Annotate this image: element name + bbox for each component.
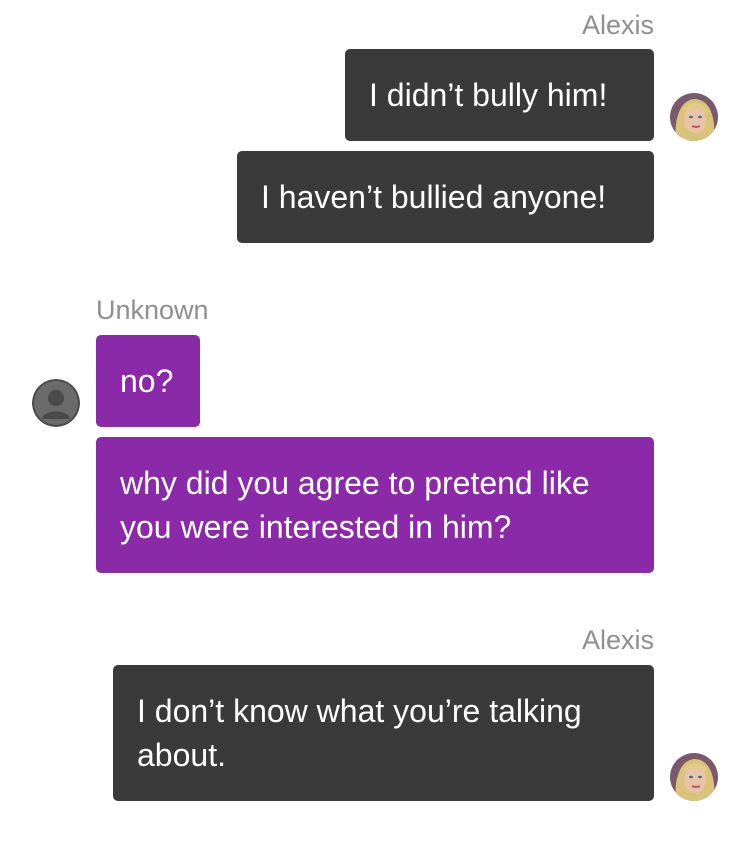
message-bubble-incoming[interactable]: why did you agree to pretend like you we… [96,437,654,573]
message-text: I haven’t bullied anyone! [261,179,607,215]
message-text: no? [120,363,174,399]
sender-name-alexis: Alexis [581,10,654,40]
message-bubble-outgoing[interactable]: I didn’t bully him! [345,49,654,141]
message-bubble-outgoing[interactable]: I don’t know what you’re talking about. [113,665,654,801]
message-text: I didn’t bully him! [369,77,608,113]
message-text: why did you agree to pretend like you we… [120,465,590,545]
sender-name-unknown: Unknown [96,295,209,325]
alexis-portrait-icon [670,93,718,141]
message-bubble-outgoing[interactable]: I haven’t bullied anyone! [237,151,654,243]
message-bubble-incoming[interactable]: no? [96,335,200,427]
default-user-icon [32,379,80,427]
alexis-avatar[interactable] [670,93,718,141]
message-text: I don’t know what you’re talking about. [137,693,582,773]
sender-name-alexis: Alexis [581,625,654,655]
unknown-user-avatar[interactable] [32,379,80,427]
alexis-avatar[interactable] [670,753,718,801]
alexis-portrait-icon [670,753,718,801]
